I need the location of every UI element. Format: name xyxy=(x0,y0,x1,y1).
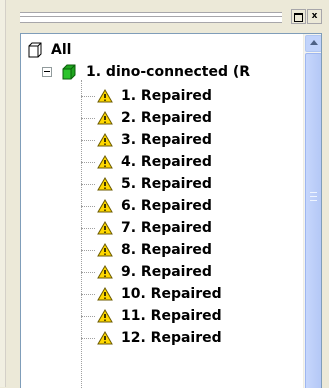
tree-node-label: 4. Repaired xyxy=(121,154,212,170)
tree-connector-branch xyxy=(81,271,95,273)
tree-node-label: 6. Repaired xyxy=(121,198,212,214)
warning-triangle-icon xyxy=(97,133,113,147)
tree-view[interactable]: All 1. dino-connected (R 1. Repaired 2. R… xyxy=(20,33,322,388)
tree-node-child[interactable]: 1. Repaired xyxy=(81,86,212,106)
tree-node-label: 10. Repaired xyxy=(121,286,222,302)
warning-triangle-icon xyxy=(97,243,113,257)
warning-triangle-icon xyxy=(97,89,113,103)
warning-triangle-icon xyxy=(97,265,113,279)
tree-connector-branch xyxy=(81,227,95,229)
green-folder-icon xyxy=(62,64,76,80)
scrollbar-thumb[interactable] xyxy=(305,53,321,388)
tree-node-child[interactable]: 10. Repaired xyxy=(81,284,222,304)
tree-connector-branch xyxy=(81,183,95,185)
tree-node-all[interactable]: All xyxy=(28,40,71,60)
tree-node-label: 9. Repaired xyxy=(121,264,212,280)
tree-connector-branch xyxy=(81,293,95,295)
tree-node-label: 11. Repaired xyxy=(121,308,222,324)
warning-triangle-icon xyxy=(97,111,113,125)
folder-outline-icon xyxy=(28,42,42,58)
vertical-scrollbar[interactable] xyxy=(303,34,321,388)
warning-triangle-icon xyxy=(97,199,113,213)
tree-node-label: 2. Repaired xyxy=(121,110,212,126)
collapse-minus-icon[interactable] xyxy=(42,67,52,77)
tree-node-child[interactable]: 3. Repaired xyxy=(81,130,212,150)
titlebar-grip[interactable] xyxy=(20,12,282,23)
tree-node-child[interactable]: 2. Repaired xyxy=(81,108,212,128)
tree-node-child[interactable]: 8. Repaired xyxy=(81,240,212,260)
tree-connector-branch xyxy=(81,249,95,251)
tree-node-label: 7. Repaired xyxy=(121,220,212,236)
tree-node-child[interactable]: 4. Repaired xyxy=(81,152,212,172)
tree-node-child[interactable]: 12. Repaired xyxy=(81,328,222,348)
tree-node-label: 8. Repaired xyxy=(121,242,212,258)
tree-node-label: 1. dino-connected (R xyxy=(85,64,252,80)
close-button[interactable]: x xyxy=(307,9,322,24)
tree-connector-branch xyxy=(81,161,95,163)
tree-node-label: 3. Repaired xyxy=(121,132,212,148)
thumb-grip-icon xyxy=(310,192,317,201)
tree-connector-branch xyxy=(81,95,95,97)
tree-node-child[interactable]: 7. Repaired xyxy=(81,218,212,238)
tree-node-child[interactable]: 9. Repaired xyxy=(81,262,212,282)
tree-node-child[interactable]: 5. Repaired xyxy=(81,174,212,194)
left-edge xyxy=(0,0,6,387)
restore-button[interactable] xyxy=(291,9,306,24)
warning-triangle-icon xyxy=(97,221,113,235)
tree-connector-branch xyxy=(81,337,95,339)
tree-node-child[interactable]: 6. Repaired xyxy=(81,196,212,216)
warning-triangle-icon xyxy=(97,309,113,323)
tree-connector-branch xyxy=(81,139,95,141)
tree-connector-branch xyxy=(81,315,95,317)
restore-icon xyxy=(294,13,303,22)
tree-node-child[interactable]: 11. Repaired xyxy=(81,306,222,326)
tree-connector-branch xyxy=(81,205,95,207)
warning-triangle-icon xyxy=(97,155,113,169)
warning-triangle-icon xyxy=(97,287,113,301)
panel-titlebar: x xyxy=(20,0,329,33)
warning-triangle-icon xyxy=(97,331,113,345)
warning-triangle-icon xyxy=(97,177,113,191)
tree-node-label: 1. Repaired xyxy=(121,88,212,104)
close-icon: x xyxy=(311,11,318,21)
tree-node-label: 5. Repaired xyxy=(121,176,212,192)
tree-connector-branch xyxy=(81,117,95,119)
tree-node-label: 12. Repaired xyxy=(121,330,222,346)
tree-node-label: All xyxy=(51,42,72,58)
scroll-up-button[interactable] xyxy=(305,35,321,52)
tree-node-group[interactable]: 1. dino-connected (R xyxy=(42,62,252,82)
